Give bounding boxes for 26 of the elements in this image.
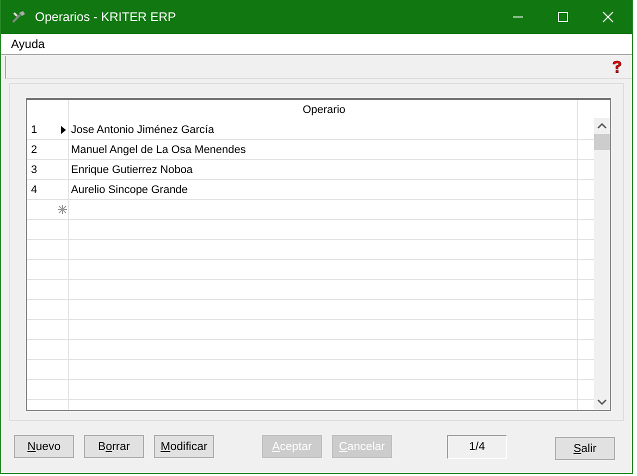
row-number: 1: [31, 124, 38, 136]
new-row-icon: [58, 205, 67, 214]
maximize-icon[interactable]: [557, 11, 569, 23]
row-number: 2: [31, 144, 38, 156]
action-button[interactable]: Modificar: [154, 435, 214, 458]
action-button[interactable]: Borrar: [84, 435, 144, 458]
tools-icon: [11, 10, 27, 24]
scroll-down-icon[interactable]: [597, 398, 607, 406]
exit-button[interactable]: Salir: [555, 437, 615, 460]
scroll-up-icon[interactable]: [597, 122, 607, 130]
record-counter: 1/4: [447, 434, 507, 458]
row-number: 3: [31, 164, 38, 176]
menu-item[interactable]: Ayuda: [11, 37, 45, 51]
table-cell[interactable]: Enrique Gutierrez Noboa: [69, 160, 577, 179]
close-icon[interactable]: [602, 11, 614, 23]
current-row-icon: [61, 126, 66, 134]
scrollbar[interactable]: [594, 118, 610, 410]
window-title: Operarios - KRITER ERP: [35, 10, 176, 24]
table-cell[interactable]: Aurelio Sincope Grande: [69, 180, 577, 199]
table-cell[interactable]: Manuel Angel de La Osa Menendes: [69, 140, 577, 159]
action-button[interactable]: Nuevo: [14, 435, 74, 458]
help-icon[interactable]: [610, 60, 624, 74]
scroll-thumb[interactable]: [594, 134, 610, 150]
table-cell[interactable]: Jose Antonio Jiménez García: [69, 120, 577, 139]
row-number: 4: [31, 184, 38, 196]
column-header[interactable]: Operario: [69, 100, 577, 120]
